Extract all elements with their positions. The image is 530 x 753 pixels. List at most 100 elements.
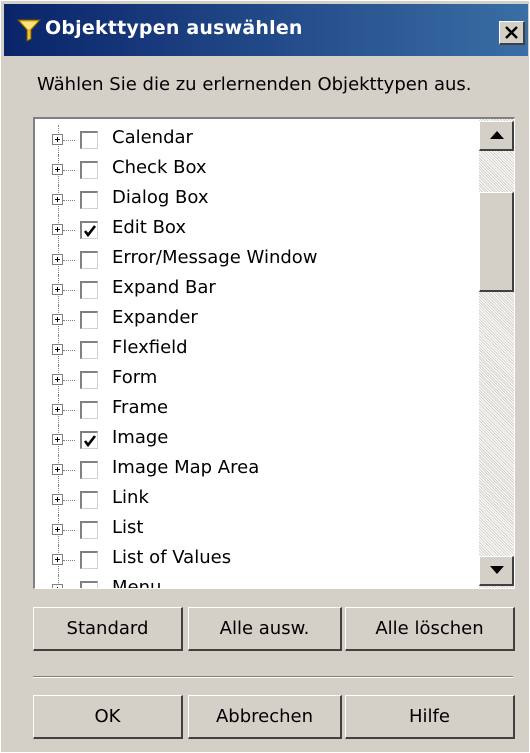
tree-connector (63, 170, 75, 171)
tree-item[interactable]: Check Box (35, 155, 475, 185)
expand-plus-icon[interactable] (52, 554, 63, 565)
tree-item[interactable]: Expand Bar (35, 275, 475, 305)
dialog-window: Objekttypen auswählen Wählen Sie die zu … (0, 0, 530, 753)
title-bar[interactable]: Objekttypen auswählen (4, 4, 528, 56)
tree-item-label: Expand Bar (112, 277, 216, 298)
scroll-up-button[interactable] (479, 121, 514, 151)
expand-plus-icon[interactable] (52, 374, 63, 385)
tree-item[interactable]: Flexfield (35, 335, 475, 365)
tree-item-label: Error/Message Window (112, 247, 318, 268)
close-button[interactable] (499, 21, 525, 45)
expand-plus-icon[interactable] (52, 224, 63, 235)
item-checkbox[interactable] (80, 491, 98, 509)
tree-connector (63, 230, 75, 231)
tree-item-label: Frame (112, 397, 169, 418)
tree-item[interactable]: List of Values (35, 545, 475, 575)
tree-item[interactable]: Image (35, 425, 475, 455)
tree-connector (63, 410, 75, 411)
filter-funnel-icon (16, 18, 42, 42)
item-checkbox[interactable] (80, 371, 98, 389)
close-icon (505, 26, 518, 39)
tree-item-label: Edit Box (112, 217, 187, 238)
tree-connector (63, 350, 75, 351)
tree-connector (63, 380, 75, 381)
tree-connector (63, 260, 75, 261)
ok-button[interactable]: OK (33, 695, 183, 739)
tree-item-label: Image (112, 427, 169, 448)
item-checkbox[interactable] (80, 191, 98, 209)
item-checkbox[interactable] (80, 221, 98, 239)
help-button[interactable]: Hilfe (345, 695, 515, 739)
tree-item[interactable]: Menu (35, 575, 475, 589)
tree-item[interactable]: List (35, 515, 475, 545)
item-checkbox[interactable] (80, 551, 98, 569)
expand-plus-icon[interactable] (52, 344, 63, 355)
item-checkbox[interactable] (80, 401, 98, 419)
tree-item-label: Expander (112, 307, 198, 328)
expand-plus-icon[interactable] (52, 194, 63, 205)
tree-connector (63, 560, 75, 561)
tree-item-label: Link (112, 487, 149, 508)
expand-plus-icon[interactable] (52, 134, 63, 145)
vertical-scrollbar[interactable] (479, 119, 514, 588)
expand-plus-icon[interactable] (52, 584, 63, 588)
window-title: Objekttypen auswählen (45, 17, 303, 39)
divider (33, 676, 513, 678)
arrow-down-icon (490, 566, 504, 574)
arrow-up-icon (490, 131, 504, 139)
expand-plus-icon[interactable] (52, 524, 63, 535)
scroll-thumb[interactable] (479, 192, 514, 292)
tree-item-label: List (112, 517, 144, 538)
item-checkbox[interactable] (80, 161, 98, 179)
clear-all-button[interactable]: Alle löschen (345, 607, 515, 651)
tree-connector (63, 470, 75, 471)
item-checkbox[interactable] (80, 311, 98, 329)
item-checkbox[interactable] (80, 431, 98, 449)
cancel-button[interactable]: Abbrechen (188, 695, 342, 739)
tree-item[interactable]: Link (35, 485, 475, 515)
tree-item-label: Flexfield (112, 337, 188, 358)
tree-item[interactable]: Dialog Box (35, 185, 475, 215)
tree-item[interactable]: Image Map Area (35, 455, 475, 485)
expand-plus-icon[interactable] (52, 254, 63, 265)
tree-item[interactable]: Edit Box (35, 215, 475, 245)
item-checkbox[interactable] (80, 341, 98, 359)
item-checkbox[interactable] (80, 131, 98, 149)
select-all-button[interactable]: Alle ausw. (188, 607, 342, 651)
item-checkbox[interactable] (80, 251, 98, 269)
tree-item-label: List of Values (112, 547, 232, 568)
tree-connector (63, 140, 75, 141)
checkmark-icon (83, 435, 97, 448)
expand-plus-icon[interactable] (52, 284, 63, 295)
item-checkbox[interactable] (80, 521, 98, 539)
tree-connector (63, 440, 75, 441)
expand-plus-icon[interactable] (52, 314, 63, 325)
tree-item[interactable]: Calendar (35, 125, 475, 155)
item-checkbox[interactable] (80, 581, 98, 588)
tree-item[interactable]: Error/Message Window (35, 245, 475, 275)
tree-items: Calendar Check Box Dialog Box Edit Box Error… (35, 125, 475, 589)
object-type-tree[interactable]: Calendar Check Box Dialog Box Edit Box Error… (33, 117, 515, 589)
item-checkbox[interactable] (80, 461, 98, 479)
standard-button[interactable]: Standard (33, 607, 183, 651)
tree-item-label: Form (112, 367, 158, 388)
tree-connector (63, 500, 75, 501)
instruction-text: Wählen Sie die zu erlernenden Objekttype… (37, 74, 472, 95)
expand-plus-icon[interactable] (52, 494, 63, 505)
tree-item-label: Image Map Area (112, 457, 260, 478)
expand-plus-icon[interactable] (52, 464, 63, 475)
tree-connector (63, 200, 75, 201)
expand-plus-icon[interactable] (52, 164, 63, 175)
tree-item[interactable]: Form (35, 365, 475, 395)
tree-item[interactable]: Expander (35, 305, 475, 335)
tree-item-label: Menu (112, 577, 162, 589)
tree-item-label: Check Box (112, 157, 207, 178)
item-checkbox[interactable] (80, 281, 98, 299)
scroll-down-button[interactable] (479, 556, 514, 586)
expand-plus-icon[interactable] (52, 434, 63, 445)
tree-connector (63, 530, 75, 531)
tree-item-label: Calendar (112, 127, 193, 148)
expand-plus-icon[interactable] (52, 404, 63, 415)
tree-connector (63, 320, 75, 321)
tree-item[interactable]: Frame (35, 395, 475, 425)
